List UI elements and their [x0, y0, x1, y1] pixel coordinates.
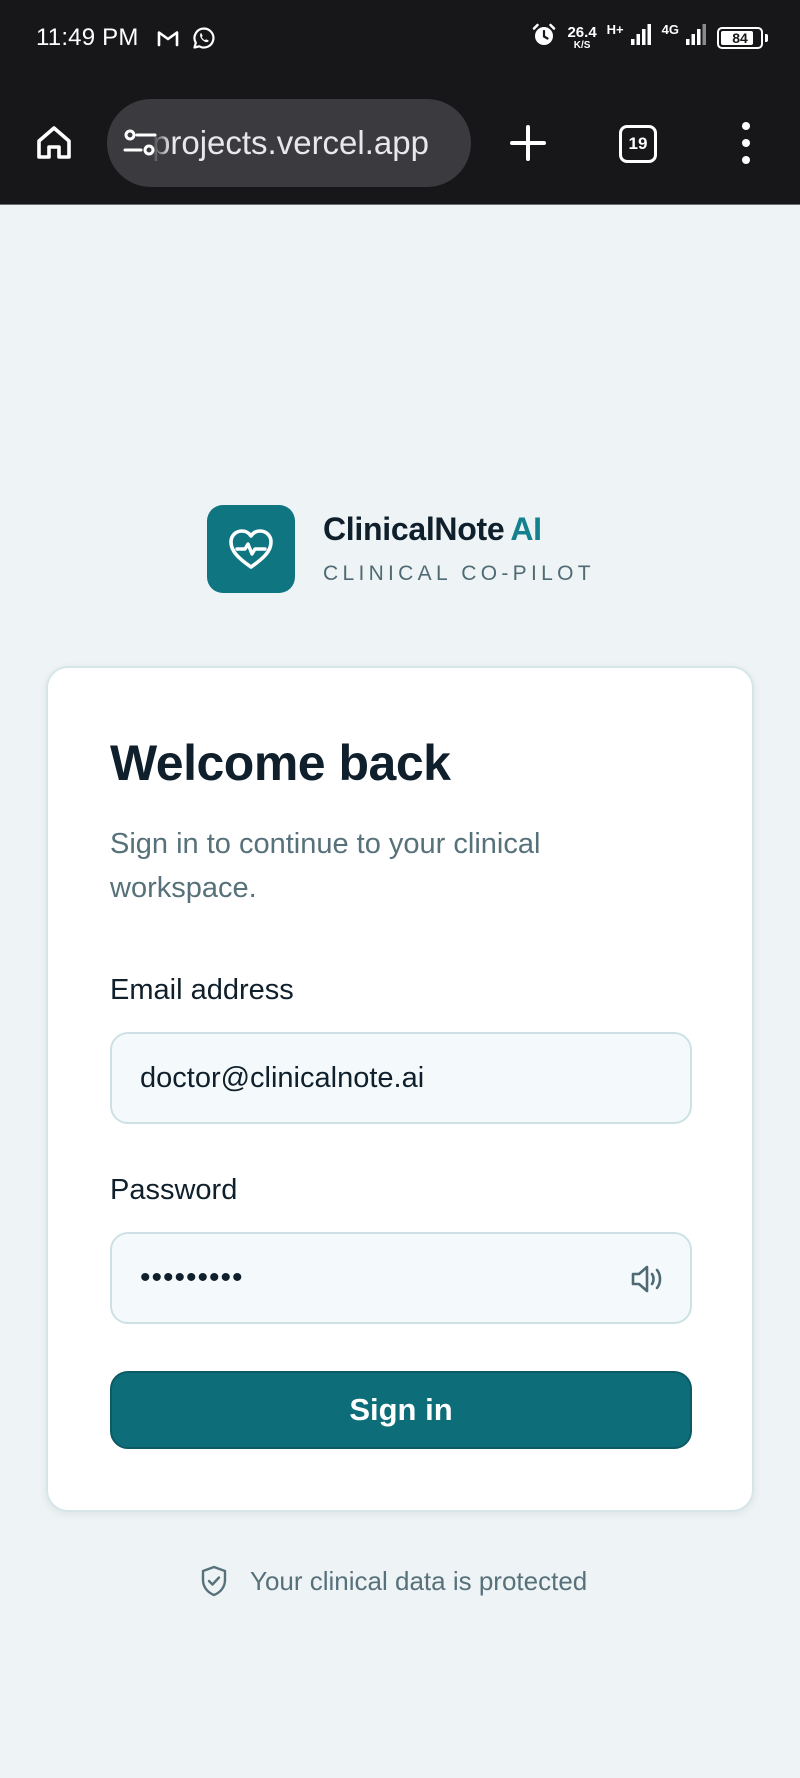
brand-name: ClinicalNote AI	[323, 512, 595, 547]
alarm-icon	[531, 22, 557, 53]
network-speed-value: 26.4	[567, 23, 597, 41]
secure-note-text: Your clinical data is protected	[250, 1565, 588, 1596]
brand-tagline: CLINICAL CO-PILOT	[323, 561, 595, 585]
battery-level: 84	[732, 29, 748, 46]
browser-toolbar: projects.vercel.app 19	[0, 80, 800, 205]
new-tab-button[interactable]	[507, 122, 549, 164]
email-label: Email address	[110, 974, 294, 1006]
network-type-label: 4G	[661, 22, 679, 37]
login-card: Welcome back Sign in to continue to your…	[46, 666, 754, 1512]
url-text[interactable]: projects.vercel.app	[152, 124, 434, 162]
email-field[interactable]	[110, 1032, 692, 1124]
password-label: Password	[110, 1174, 238, 1206]
address-bar[interactable]: projects.vercel.app	[107, 99, 471, 187]
brand-name-accent: AI	[510, 511, 542, 548]
more-vert-icon[interactable]	[733, 122, 759, 164]
password-input[interactable]	[112, 1234, 690, 1322]
brand-name-main: ClinicalNote	[323, 511, 505, 548]
password-audio-toggle[interactable]	[628, 1260, 666, 1298]
network-type-label: H+	[606, 22, 624, 37]
home-icon	[37, 126, 71, 159]
status-bar: 11:49 PM 26.4 K/S H+ 4G 84	[0, 0, 800, 80]
status-time: 11:49 PM	[36, 24, 139, 51]
signal-icon	[630, 24, 652, 51]
brand-text: ClinicalNote AI CLINICAL CO-PILOT	[323, 512, 595, 585]
sign-in-button[interactable]: Sign in	[110, 1371, 692, 1449]
speaker-icon	[631, 1265, 662, 1293]
home-button[interactable]	[32, 120, 76, 164]
password-field[interactable]	[110, 1232, 692, 1324]
shield-check-icon	[201, 1565, 227, 1597]
signal-icon	[685, 24, 707, 51]
notification-icons	[156, 26, 216, 55]
whatsapp-icon	[192, 26, 216, 55]
brand-header: ClinicalNote AI CLINICAL CO-PILOT	[207, 505, 595, 593]
battery-icon: 84	[717, 26, 763, 49]
secure-note: Your clinical data is protected	[200, 1565, 587, 1597]
system-status: 26.4 K/S H+ 4G 84	[531, 22, 768, 53]
page-title: Welcome back	[110, 735, 451, 791]
email-input[interactable]	[112, 1034, 690, 1122]
network-speed: 26.4 K/S	[567, 25, 596, 51]
heart-pulse-icon	[229, 529, 273, 569]
tab-switcher-button[interactable]: 19	[619, 125, 657, 163]
network-speed-unit: K/S	[573, 39, 591, 51]
gmail-icon	[156, 28, 180, 53]
battery-tip	[765, 33, 768, 42]
plus-icon	[510, 125, 546, 161]
brand-logo	[207, 505, 295, 593]
page-subtitle: Sign in to continue to your clinical wor…	[110, 828, 541, 904]
